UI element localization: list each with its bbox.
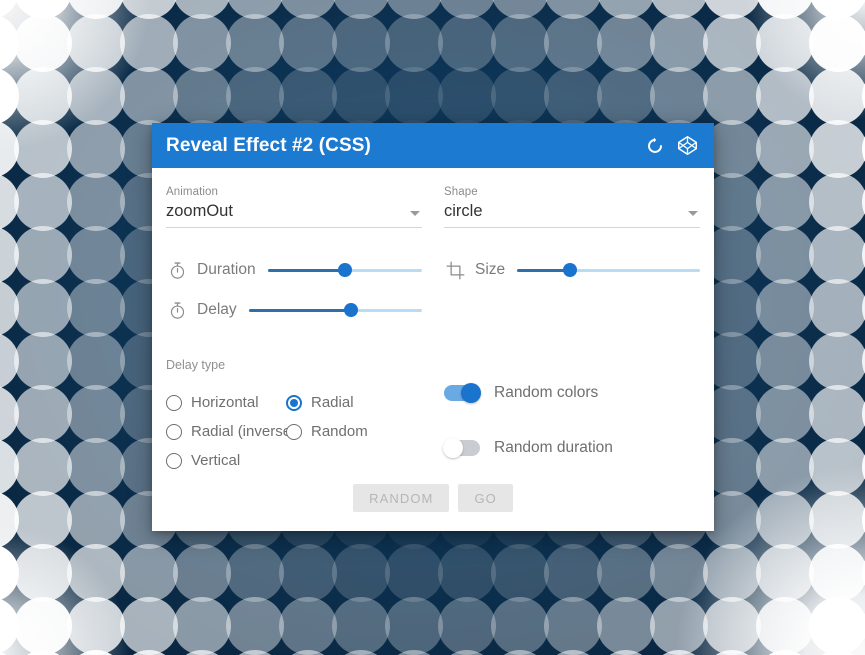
card-header: Reveal Effect #2 (CSS) [152,123,714,168]
radio-indicator [286,394,302,411]
radio-label: Vertical [191,452,241,469]
radio-horizontal[interactable]: Horizontal [166,390,286,415]
delay-type-group: Delay type Horizontal Radial Radial (inv… [166,358,422,480]
delay-thumb[interactable] [343,303,358,317]
size-slider[interactable] [517,261,700,279]
radio-label: Radial [311,394,354,411]
options-section: Delay type Horizontal Radial Radial (inv… [166,358,700,480]
slider-section: Duration Delay Size [166,250,700,330]
delay-track-fill [248,308,351,312]
radio-label: Radial (inverse) [191,423,297,440]
size-label: Size [475,261,506,278]
radio-indicator [166,394,182,411]
toggle-group: Random colors Random duration [443,358,700,480]
duration-label: Duration [197,261,256,278]
chevron-down-icon [410,211,420,216]
size-slider-row: Size [444,250,700,290]
radio-indicator [166,423,182,440]
page-title: Reveal Effect #2 (CSS) [166,134,371,156]
radio-vertical[interactable]: Vertical [166,448,286,473]
card-body: Animation zoomOut Shape circle Duration … [152,168,714,531]
radio-radial[interactable]: Radial [286,390,422,415]
duration-slider[interactable] [267,261,422,279]
codepen-icon[interactable] [676,135,698,157]
random-colors-toggle[interactable]: Random colors [444,370,700,415]
toggle-knob [461,382,481,403]
stopwatch-icon [166,259,188,281]
action-button-bar: RANDOM GO [152,484,714,512]
shape-field: Shape circle [444,186,700,228]
random-button[interactable]: RANDOM [353,484,450,512]
delay-label: Delay [197,301,237,318]
random-duration-toggle[interactable]: Random duration [443,425,700,470]
toggle-switch[interactable] [444,382,481,403]
crop-icon [444,259,466,281]
radio-random[interactable]: Random [286,419,422,444]
random-colors-label: Random colors [494,383,599,401]
chevron-down-icon [688,211,698,216]
slider-spacer [444,290,700,330]
size-thumb[interactable] [563,263,578,277]
stopwatch-icon [166,299,188,321]
radio-label: Random [311,423,368,440]
duration-thumb[interactable] [337,263,352,277]
shape-value: circle [444,202,483,220]
radio-label: Horizontal [191,394,259,411]
animation-field: Animation zoomOut [166,186,422,228]
animation-value: zoomOut [166,202,233,220]
random-duration-label: Random duration [494,438,613,456]
radio-grid-filler [286,448,422,473]
radio-radial-inverse[interactable]: Radial (inverse) [166,419,296,444]
toggle-knob [443,437,463,458]
reveal-effect-card: Reveal Effect #2 (CSS) Animation zoomOut [152,123,714,531]
radio-indicator [166,452,182,469]
duration-track-fill [267,268,345,272]
animation-select[interactable]: zoomOut [166,200,422,228]
shape-label: Shape [444,186,478,198]
toggle-switch[interactable] [443,437,480,458]
delay-slider-row: Delay [166,290,422,330]
duration-slider-row: Duration [166,250,422,290]
delay-type-options: Horizontal Radial Radial (inverse) Rando… [166,390,422,473]
delay-type-label: Delay type [166,358,226,372]
go-button[interactable]: GO [458,484,513,512]
slider-column-left: Duration Delay [166,250,422,330]
shape-select[interactable]: circle [444,200,700,228]
delay-slider[interactable] [248,301,422,319]
radio-indicator [286,423,302,440]
select-row: Animation zoomOut Shape circle [166,186,700,228]
animation-label: Animation [166,186,219,198]
slider-column-right: Size [444,250,700,330]
refresh-icon[interactable] [644,135,666,157]
